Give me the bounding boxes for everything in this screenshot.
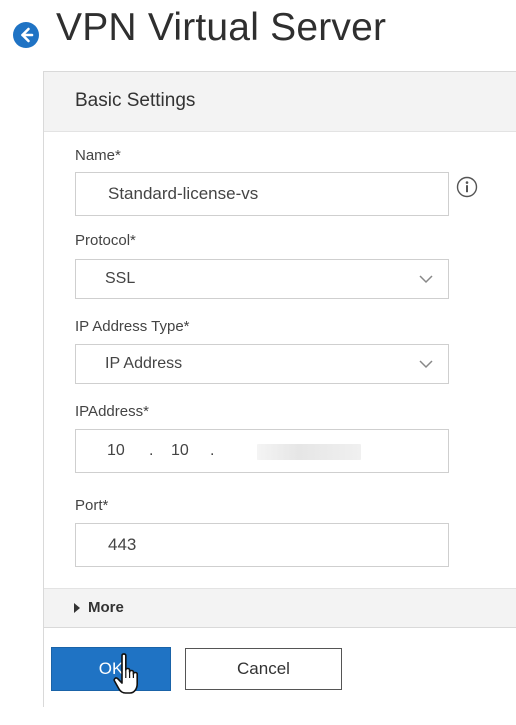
ip-address-type-select[interactable]: IP Address (75, 344, 449, 384)
port-input[interactable]: 443 (75, 523, 449, 567)
ip-address-label: IPAddress* (75, 403, 149, 420)
protocol-selected-value: SSL (105, 270, 136, 287)
panel-header-label: Basic Settings (75, 90, 196, 111)
page-title: VPN Virtual Server (56, 6, 387, 49)
ok-button[interactable]: OK (51, 647, 171, 691)
basic-settings-panel: Basic Settings Name* Standard-license-vs… (43, 71, 516, 708)
ip-address-type-selected-value: IP Address (105, 355, 183, 372)
back-arrow-icon[interactable] (13, 22, 39, 48)
ip-redacted-octets (257, 444, 361, 460)
page-header: VPN Virtual Server (0, 0, 516, 70)
chevron-down-icon (419, 360, 433, 369)
protocol-label: Protocol* (75, 232, 136, 249)
panel-header: Basic Settings (44, 72, 516, 132)
name-input[interactable]: Standard-license-vs (75, 172, 449, 216)
name-label: Name* (75, 147, 121, 164)
ip-address-input[interactable]: 10 . 10 . (75, 429, 449, 473)
ip-octet-1: 10 (107, 442, 125, 459)
cancel-button[interactable]: Cancel (185, 648, 342, 690)
chevron-down-icon (419, 275, 433, 284)
info-icon[interactable] (456, 176, 478, 198)
more-label: More (88, 599, 124, 616)
form-footer: OK Cancel (44, 628, 516, 708)
more-toggle[interactable]: More (44, 588, 516, 628)
caret-right-icon (74, 603, 80, 613)
name-input-value: Standard-license-vs (108, 184, 259, 203)
ip-address-type-label: IP Address Type* (75, 318, 190, 335)
ip-separator: . (149, 442, 154, 459)
ip-separator: . (210, 442, 215, 459)
ip-octet-2: 10 (171, 442, 189, 459)
protocol-select[interactable]: SSL (75, 259, 449, 299)
port-input-value: 443 (108, 535, 137, 554)
port-label: Port* (75, 497, 109, 514)
